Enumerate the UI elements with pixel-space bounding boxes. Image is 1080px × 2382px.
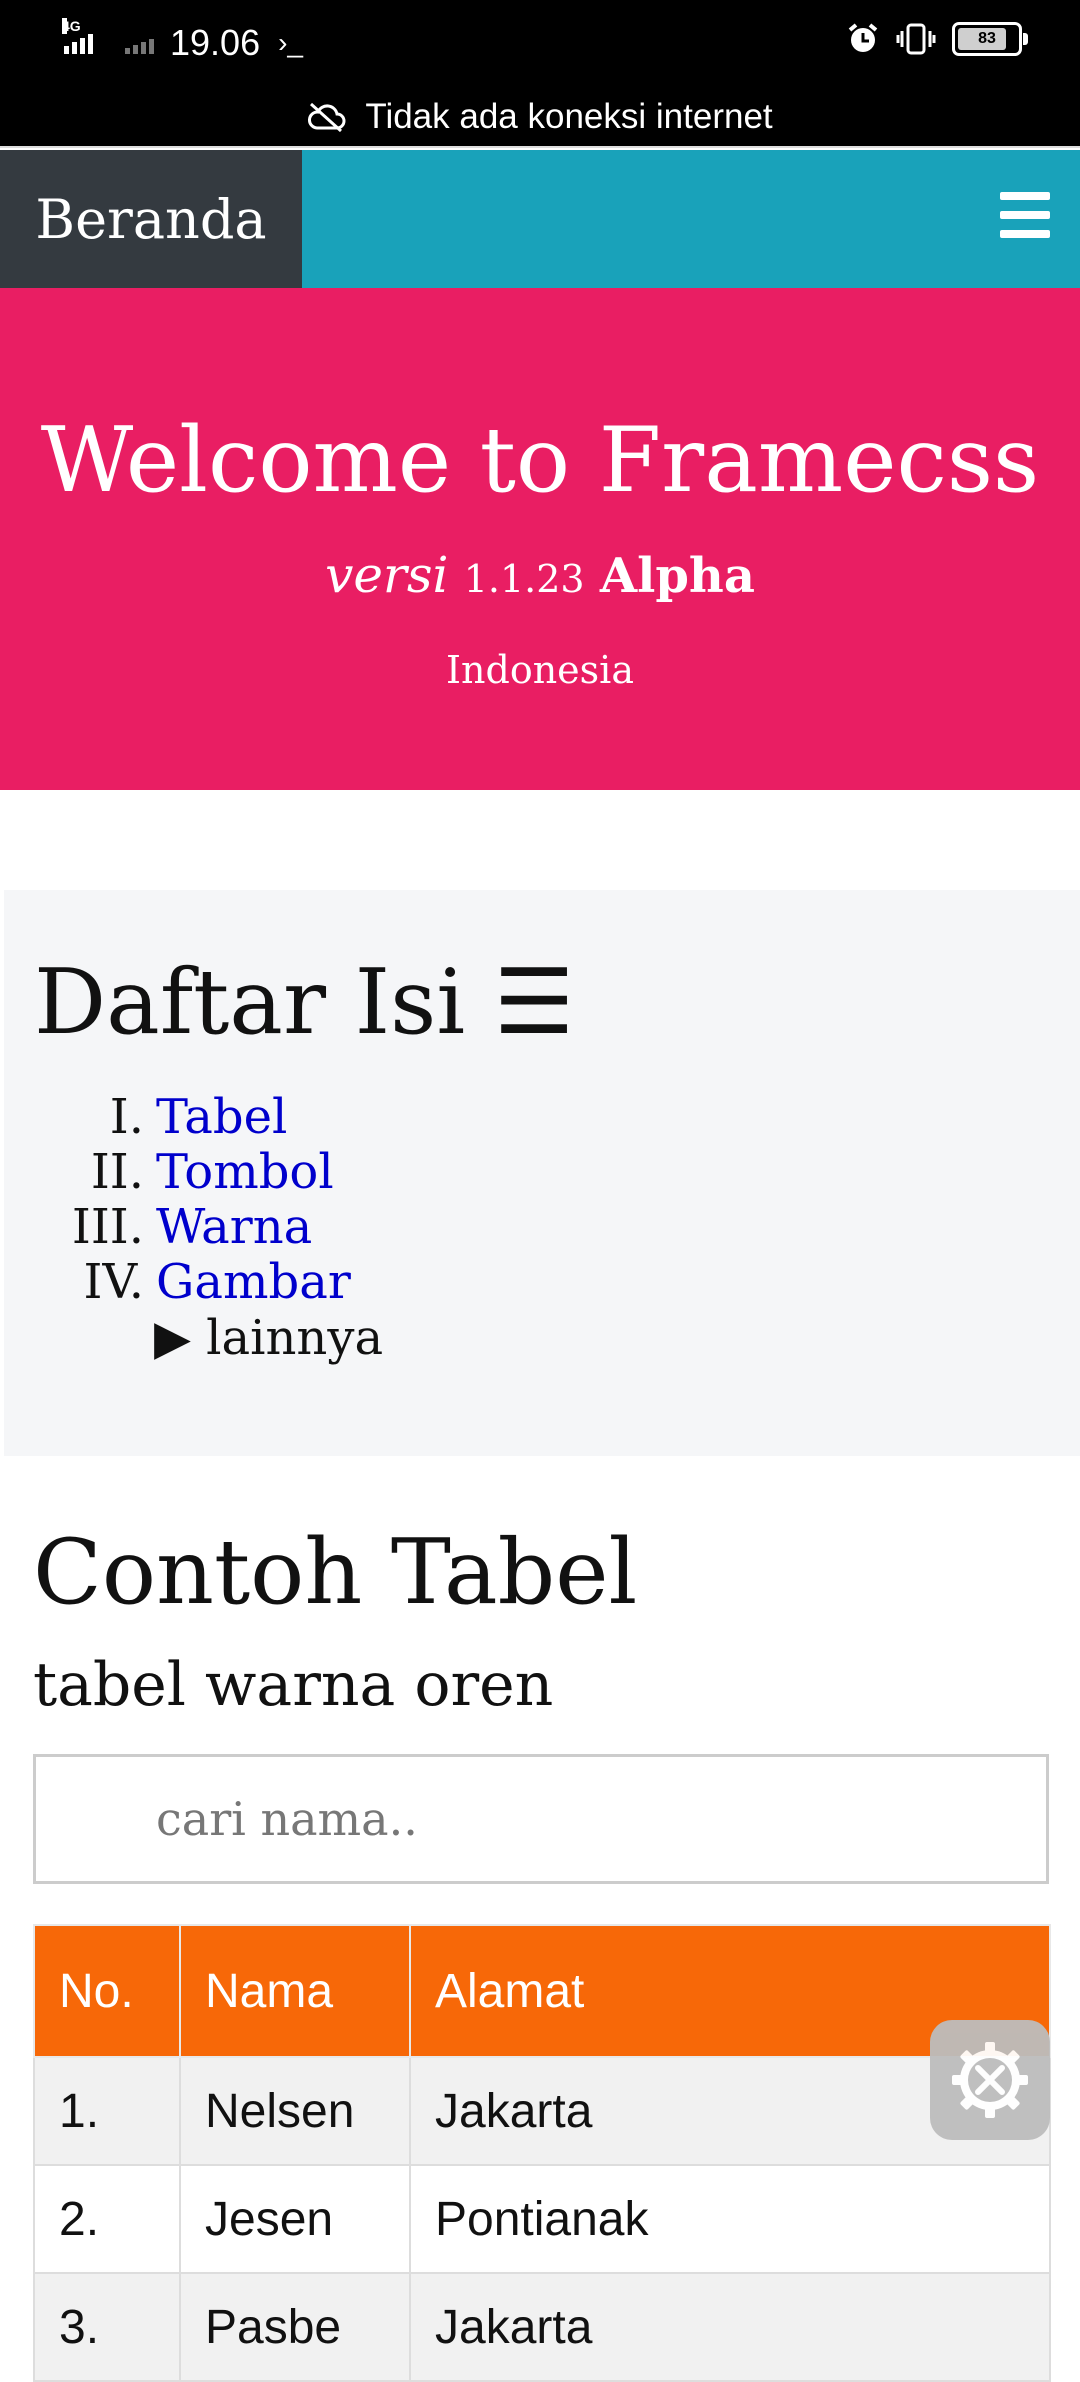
toc-item-gambar: IV. Gambar [4, 1255, 351, 1310]
navbar: Beranda [0, 150, 1080, 288]
version-tag: Alpha [599, 548, 755, 604]
toc-number: III. [71, 1199, 144, 1255]
secondary-signal-icon [125, 32, 154, 54]
alarm-icon [848, 23, 878, 52]
cell-alamat: Pontianak [409, 2164, 1051, 2274]
toc-item-tabel: I. Tabel [4, 1090, 351, 1145]
offline-banner: Tidak ada koneksi internet [0, 88, 1080, 148]
toc-title: Daftar Isi ☰ [34, 950, 575, 1055]
cell-nama: Pasbe [179, 2272, 411, 2382]
data-table: No. Nama Alamat 1. Nelsen Jakarta 2. Jes… [33, 1924, 1051, 2382]
table-of-contents: Daftar Isi ☰ I. Tabel II. Tombol III. Wa… [4, 890, 1080, 1456]
section-subtitle: tabel warna oren [33, 1650, 554, 1720]
status-bar: 4G 19.06 ›_ 83 [0, 0, 1080, 88]
search-input[interactable] [33, 1754, 1049, 1884]
toc-link-warna[interactable]: Warna [156, 1200, 312, 1255]
toc-item-warna: III. Warna [4, 1200, 351, 1255]
column-header-no[interactable]: No. [33, 1924, 181, 2058]
battery-level: 83 [978, 30, 996, 47]
cell-no: 1. [33, 2056, 181, 2166]
toc-link-gambar[interactable]: Gambar [156, 1255, 351, 1310]
cell-no: 3. [33, 2272, 181, 2382]
toc-number: II. [90, 1144, 144, 1200]
table-header-row: No. Nama Alamat [33, 1924, 1051, 2058]
toc-number: IV. [83, 1254, 145, 1310]
mobile-signal-icon: 4G [62, 18, 93, 54]
toc-number: I. [109, 1089, 144, 1145]
cell-alamat: Jakarta [409, 2272, 1051, 2382]
hero-banner: Welcome to Framecss versi 1.1.23 Alpha I… [0, 288, 1080, 790]
cell-no: 2. [33, 2164, 181, 2274]
cloud-off-icon [308, 102, 346, 132]
hamburger-icon[interactable] [1000, 192, 1050, 238]
toc-link-tombol[interactable]: Tombol [156, 1145, 334, 1200]
toc-list: I. Tabel II. Tombol III. Warna IV. Gamba… [4, 1090, 351, 1310]
version-prefix: versi [325, 546, 449, 604]
vibrate-icon [896, 23, 936, 55]
clock: 19.06 [170, 22, 261, 63]
toc-more-toggle[interactable]: ▶ lainnya [154, 1310, 383, 1366]
cell-nama: Jesen [179, 2164, 411, 2274]
cell-nama: Nelsen [179, 2056, 411, 2166]
battery-icon: 83 [952, 22, 1028, 56]
section-title: Contoh Tabel [33, 1520, 638, 1625]
brand-link[interactable]: Beranda [0, 150, 302, 288]
toc-link-tabel[interactable]: Tabel [156, 1090, 287, 1145]
version-number: 1.1.23 [463, 557, 585, 601]
column-header-nama[interactable]: Nama [179, 1924, 411, 2058]
hero-title: Welcome to Framecss [40, 408, 1040, 513]
tools-fab-button[interactable] [930, 2020, 1050, 2140]
terminal-icon: ›_ [278, 27, 303, 58]
offline-text: Tidak ada koneksi internet [365, 97, 773, 136]
table-row: 1. Nelsen Jakarta [33, 2056, 1051, 2166]
tools-gear-icon [952, 2042, 1028, 2118]
version-line: versi 1.1.23 Alpha [0, 546, 1080, 604]
toc-item-tombol: II. Tombol [4, 1145, 351, 1200]
table-row: 2. Jesen Pontianak [33, 2164, 1051, 2274]
table-row: 3. Pasbe Jakarta [33, 2272, 1051, 2382]
hero-country: Indonesia [446, 648, 634, 692]
network-type: 4G [62, 18, 81, 34]
